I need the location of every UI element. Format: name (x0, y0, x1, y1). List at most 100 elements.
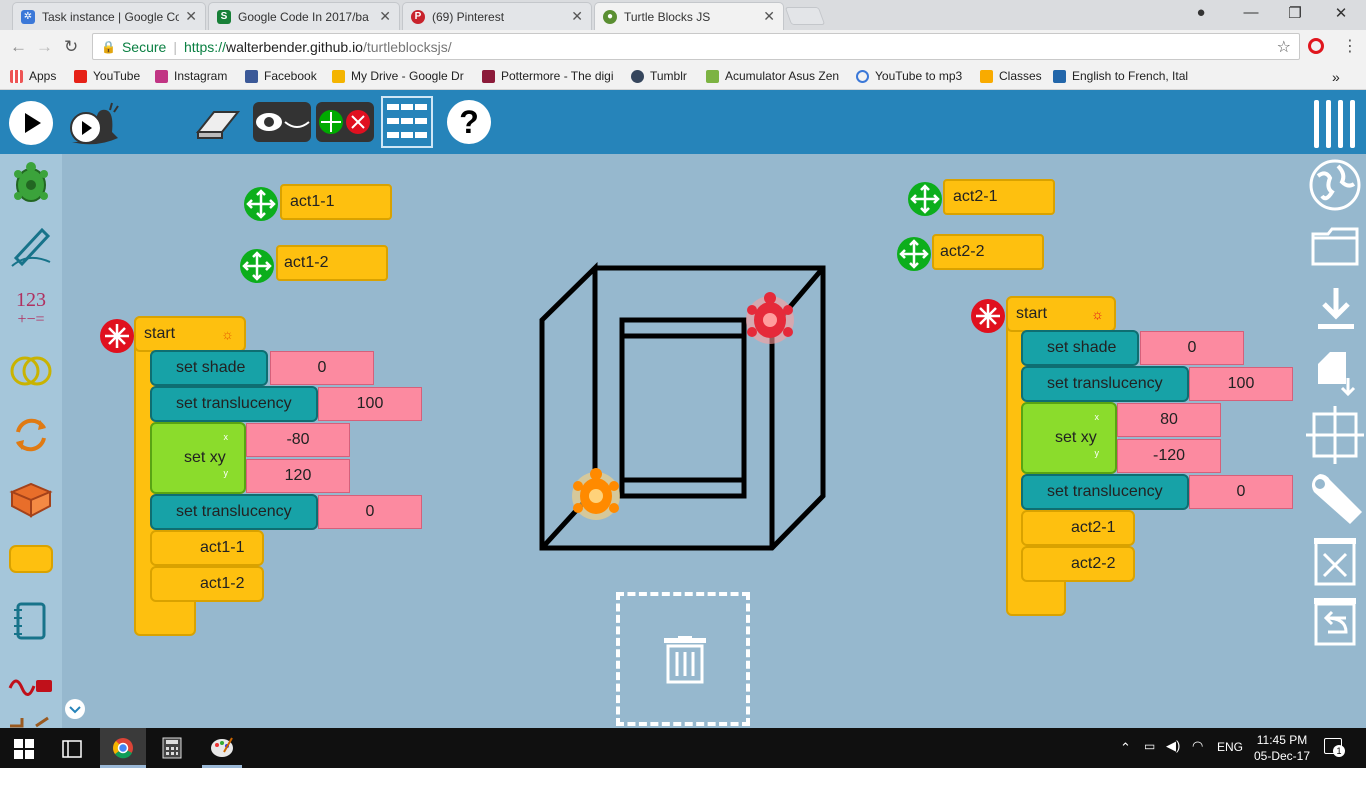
translucency-value-input[interactable]: 100 (318, 387, 422, 421)
eraser-button[interactable] (194, 106, 242, 140)
task-view-icon[interactable] (62, 740, 82, 758)
set-shade-block[interactable]: set shade (150, 350, 268, 386)
number-palette-icon[interactable]: 123+−= (8, 284, 54, 330)
opera-icon[interactable] (1308, 38, 1324, 54)
stop-expand-icon[interactable] (970, 298, 1006, 334)
forward-arrow-icon[interactable]: → (36, 37, 53, 57)
grid-toggle-button[interactable] (1306, 406, 1364, 464)
bookmark-apps[interactable]: Apps (10, 69, 56, 83)
action-block-act2-2[interactable]: act2-2 (932, 234, 1044, 270)
language-indicator[interactable]: ENG (1217, 740, 1243, 754)
battery-icon[interactable]: ▭ (1144, 739, 1155, 753)
clear-canvas-button[interactable] (1312, 536, 1358, 586)
sensors-palette-icon[interactable] (8, 662, 54, 708)
profile-icon[interactable]: ● (1186, 4, 1216, 21)
restore-button[interactable]: ❐ (1280, 4, 1310, 22)
close-window-button[interactable]: ✕ (1326, 4, 1356, 22)
help-button[interactable]: ? (446, 99, 492, 145)
bookmark-instagram[interactable]: Instagram (155, 69, 227, 83)
bookmark-wordreference[interactable]: English to French, Ital (1053, 69, 1189, 83)
set-shade-block[interactable]: set shade (1021, 330, 1139, 366)
translucency-value-input[interactable]: 0 (318, 495, 422, 529)
y-value-input[interactable]: 120 (246, 459, 350, 493)
menu-dots-icon[interactable]: ⋮ (1342, 36, 1358, 56)
turtle-palette-icon[interactable] (8, 160, 54, 206)
bookmark-tumblr[interactable]: Tumblr (631, 69, 687, 83)
pen-palette-icon[interactable] (8, 222, 54, 268)
do-act2-2-block[interactable]: act2-2 (1021, 546, 1135, 582)
bookmark-my-drive[interactable]: My Drive - Google Dr (332, 69, 467, 83)
action-block-act1-1[interactable]: act1-1 (280, 184, 392, 220)
main-menu-button[interactable] (1312, 96, 1358, 150)
new-project-button[interactable] (1314, 348, 1360, 398)
start-block[interactable]: start ☼ (1006, 296, 1116, 332)
do-act1-2-block[interactable]: act1-2 (150, 566, 264, 602)
collapse-arrows-icon[interactable] (907, 181, 943, 217)
palette-scroll-down-button[interactable] (64, 698, 86, 720)
url-input[interactable]: 🔒 Secure | https:// walterbender.github.… (92, 33, 1300, 60)
action-block-act1-2[interactable]: act1-2 (276, 245, 388, 281)
set-xy-block[interactable]: set xy x y (1021, 402, 1117, 474)
start-block[interactable]: start ☼ (134, 316, 246, 352)
set-translucency-block[interactable]: set translucency (150, 386, 318, 422)
collapse-arrows-icon[interactable] (239, 248, 275, 284)
set-translucency-block[interactable]: set translucency (1021, 366, 1189, 402)
close-icon[interactable]: ✕ (185, 8, 197, 25)
do-act1-1-block[interactable]: act1-1 (150, 530, 264, 566)
bookmark-youtube[interactable]: YouTube (74, 69, 140, 83)
wifi-icon[interactable]: ◠ (1192, 738, 1203, 754)
clock[interactable]: 11:45 PM 05-Dec-17 (1252, 732, 1312, 764)
translucency-value-input[interactable]: 0 (1189, 475, 1293, 509)
tab-task-instance[interactable]: ✲ Task instance | Google Co ✕ (12, 2, 206, 30)
bookmark-classes[interactable]: Classes (980, 69, 1042, 83)
settings-wrench-button[interactable] (1306, 470, 1366, 526)
close-icon[interactable]: ✕ (763, 8, 775, 25)
collapse-blocks-button[interactable] (316, 100, 374, 144)
translucency-value-input[interactable]: 100 (1189, 367, 1293, 401)
trash-drop-zone[interactable] (616, 592, 750, 726)
y-value-input[interactable]: -120 (1117, 439, 1221, 473)
close-icon[interactable]: ✕ (379, 8, 391, 25)
red-turtle-icon[interactable] (746, 292, 794, 344)
run-fast-button[interactable] (8, 100, 54, 146)
restore-trash-button[interactable] (1312, 596, 1358, 646)
shade-value-input[interactable]: 0 (270, 351, 374, 385)
boolean-palette-icon[interactable] (8, 348, 54, 394)
tab-pinterest[interactable]: P (69) Pinterest ✕ (402, 2, 592, 30)
bookmark-pottermore[interactable]: Pottermore - The digi (482, 69, 618, 83)
set-xy-block[interactable]: set xy x y (150, 422, 246, 494)
action-palette-icon[interactable] (8, 536, 54, 582)
do-act2-1-block[interactable]: act2-1 (1021, 510, 1135, 546)
box-palette-icon[interactable] (8, 474, 54, 520)
hide-blocks-button[interactable] (253, 100, 311, 144)
globe-language-button[interactable] (1308, 158, 1362, 212)
shade-value-input[interactable]: 0 (1140, 331, 1244, 365)
action-block-act2-1[interactable]: act2-1 (943, 179, 1055, 215)
reload-icon[interactable]: ↻ (64, 37, 78, 57)
orange-turtle-icon[interactable] (572, 468, 620, 520)
windows-start-icon[interactable] (14, 739, 34, 759)
set-translucency-block[interactable]: set translucency (1021, 474, 1189, 510)
tab-google-code-in[interactable]: S Google Code In 2017/ba ✕ (208, 2, 400, 30)
extras-palette-icon[interactable] (8, 710, 54, 728)
collapse-arrows-icon[interactable] (896, 236, 932, 272)
stop-expand-icon[interactable] (99, 318, 135, 354)
more-bookmarks-chevron-icon[interactable]: » (1332, 69, 1340, 85)
volume-icon[interactable]: ◀) (1166, 738, 1180, 754)
tab-turtle-blocks[interactable]: ● Turtle Blocks JS ✕ (594, 2, 784, 30)
save-project-button[interactable] (1314, 286, 1358, 332)
load-project-button[interactable] (1310, 224, 1360, 268)
close-icon[interactable]: ✕ (571, 8, 583, 25)
bookmark-youtube-mp3[interactable]: YouTube to mp3 (856, 69, 962, 83)
collapse-arrows-icon[interactable] (243, 186, 279, 222)
back-arrow-icon[interactable]: ← (10, 37, 27, 57)
bookmark-acumulator[interactable]: Acumulator Asus Zen (706, 69, 842, 83)
paint-taskbar-button[interactable] (202, 728, 242, 768)
new-tab-button[interactable] (784, 7, 826, 25)
bookmark-facebook[interactable]: Facebook (245, 69, 317, 83)
flow-palette-icon[interactable] (8, 412, 54, 458)
run-slow-button[interactable] (66, 102, 124, 150)
chrome-taskbar-button[interactable] (100, 728, 146, 768)
set-translucency-block[interactable]: set translucency (150, 494, 318, 530)
x-value-input[interactable]: 80 (1117, 403, 1221, 437)
